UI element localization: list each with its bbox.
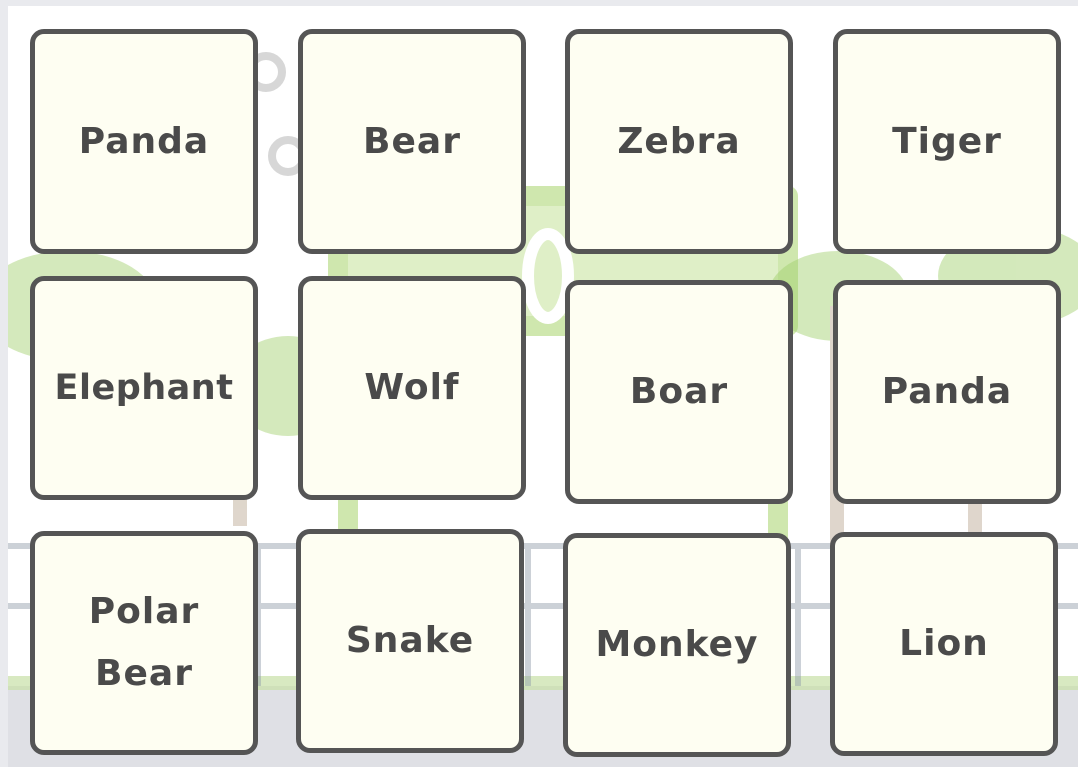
card-bear[interactable]: Bear (298, 29, 526, 254)
card-panda-1[interactable]: Panda (30, 29, 258, 254)
card-label: Snake (345, 620, 475, 661)
card-boar[interactable]: Boar (565, 280, 793, 504)
card-tiger[interactable]: Tiger (833, 29, 1061, 254)
card-label: Elephant (54, 368, 234, 408)
card-label: Panda (78, 120, 210, 162)
card-lion[interactable]: Lion (830, 532, 1058, 756)
card-panda-2[interactable]: Panda (833, 280, 1061, 504)
game-board: Panda Bear Zebra Tiger Elephant Wolf Boa… (8, 6, 1078, 767)
card-label: Monkey (595, 624, 759, 665)
card-label: Zebra (617, 120, 741, 162)
card-label: Panda (881, 371, 1013, 412)
card-elephant[interactable]: Elephant (30, 276, 258, 500)
card-label: Wolf (364, 367, 460, 408)
card-snake[interactable]: Snake (296, 529, 524, 753)
card-polar-bear[interactable]: Polar Bear (30, 531, 258, 755)
card-zebra[interactable]: Zebra (565, 29, 793, 254)
card-label: Tiger (892, 120, 1002, 162)
card-label: Lion (899, 623, 989, 664)
card-label: Boar (629, 371, 729, 412)
card-monkey[interactable]: Monkey (563, 533, 791, 757)
card-label: Polar Bear (88, 591, 200, 694)
card-label: Bear (363, 120, 461, 162)
card-wolf[interactable]: Wolf (298, 276, 526, 500)
